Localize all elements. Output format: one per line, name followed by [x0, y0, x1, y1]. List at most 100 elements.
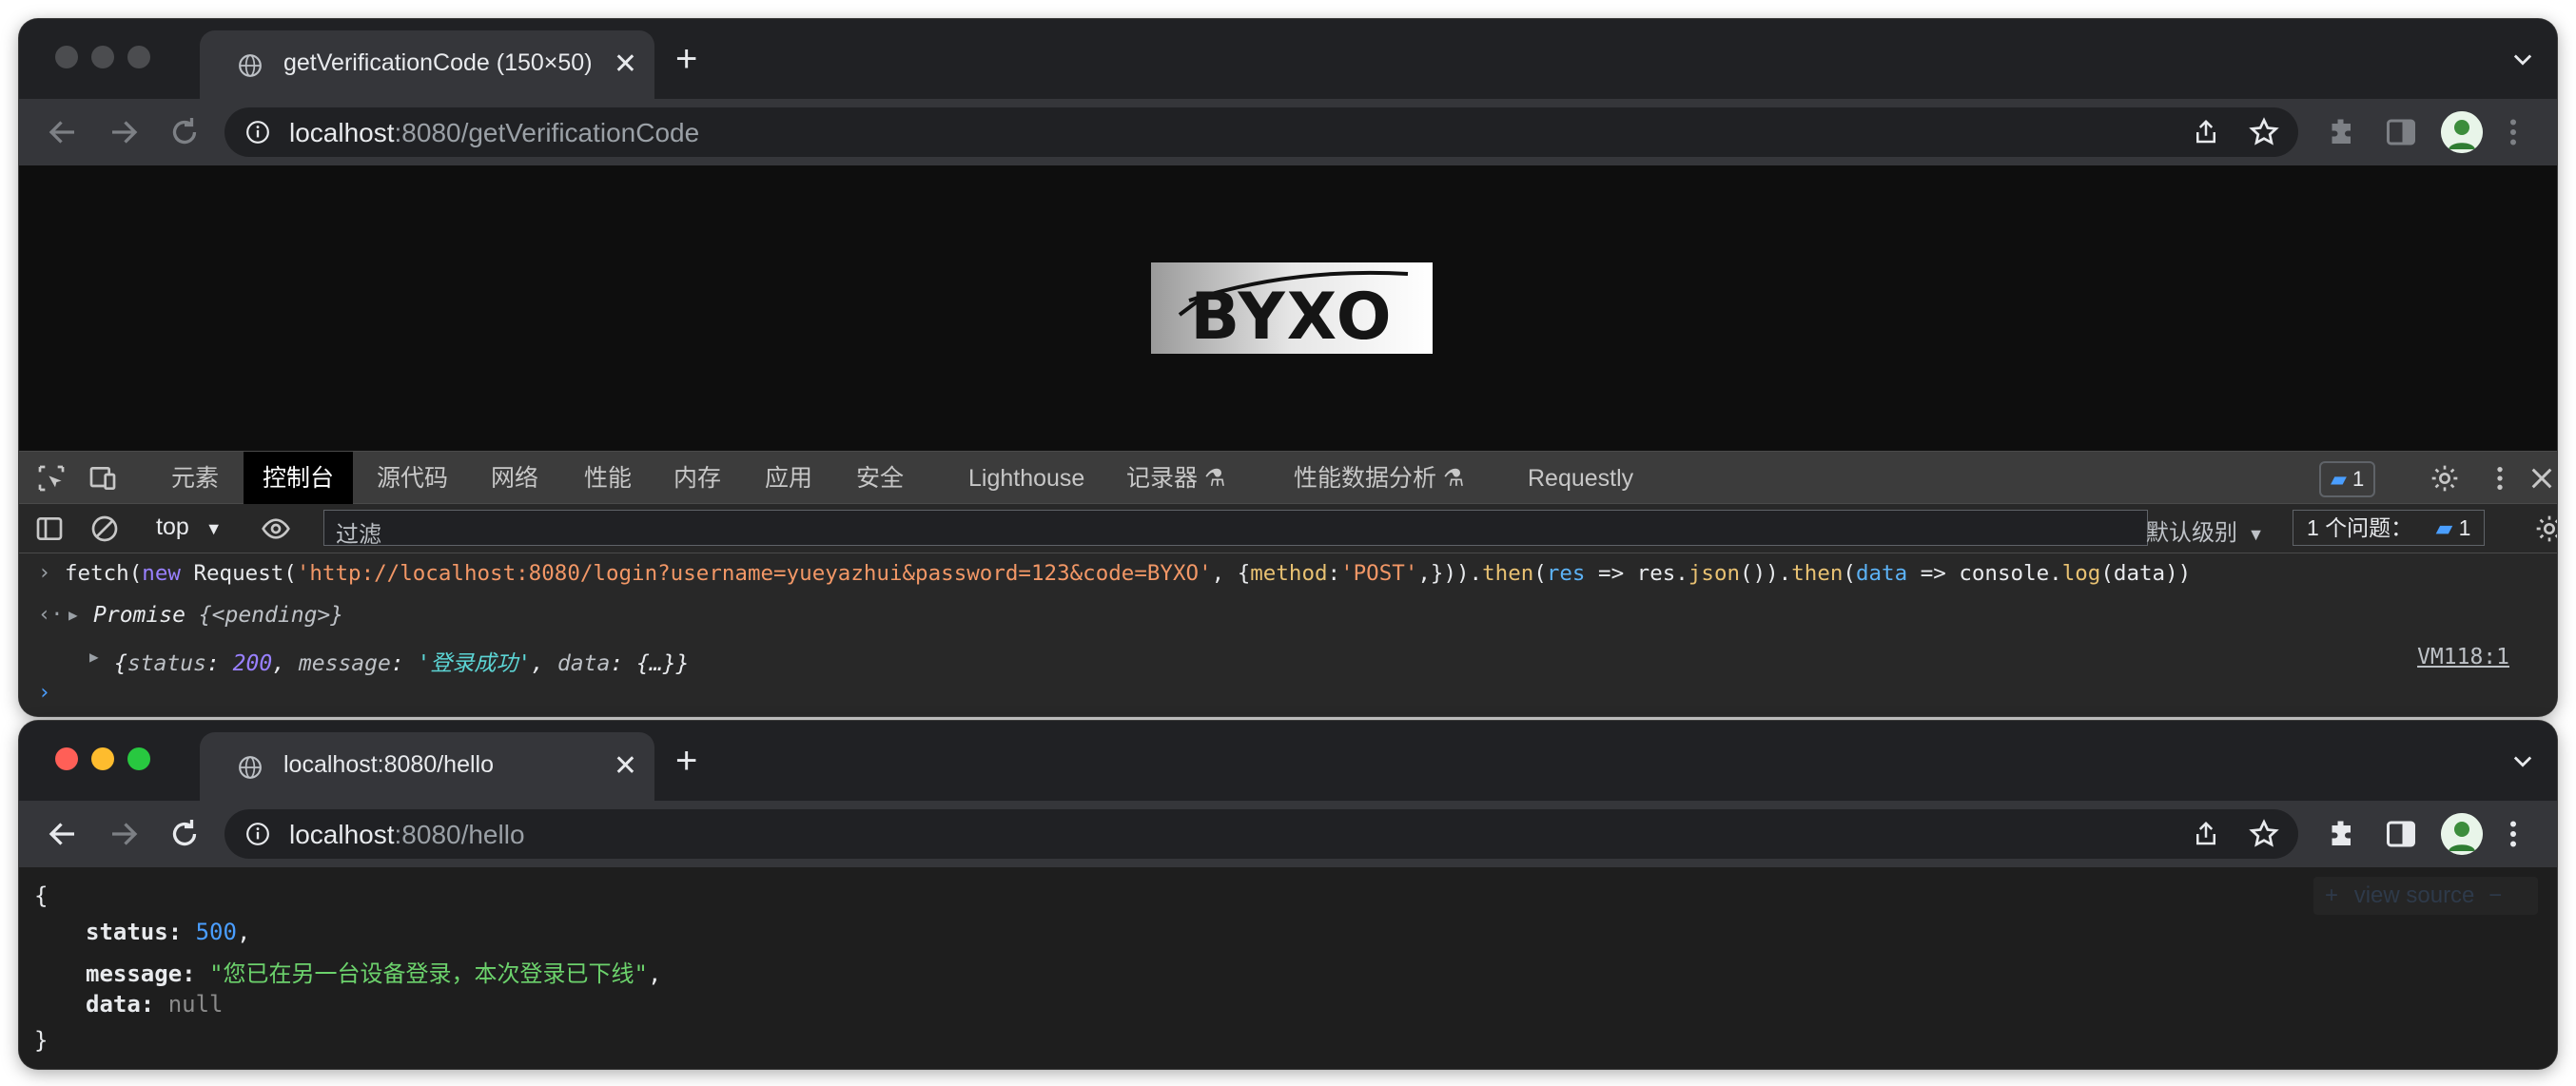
reload-icon[interactable]: [167, 115, 202, 149]
dropdown-caret-icon: ▼: [2247, 525, 2265, 544]
close-tab-icon[interactable]: ✕: [614, 48, 637, 81]
console-filter-bar: top ▼ 过滤 默认级别 ▼ 1 个问题： ▰ 1: [19, 504, 2557, 553]
extensions-icon[interactable]: [2325, 817, 2359, 851]
clear-console-icon[interactable]: [89, 514, 120, 544]
devtools-tab-performance[interactable]: 性能: [584, 452, 632, 505]
more-options-icon[interactable]: [2485, 463, 2515, 494]
zoom-window-button[interactable]: [127, 747, 150, 770]
plus-icon: +: [2325, 882, 2339, 908]
reload-icon[interactable]: [167, 817, 202, 851]
minimize-window-button[interactable]: [91, 747, 114, 770]
devtools-tab-network[interactable]: 网络: [491, 452, 538, 505]
devtools-tab-sources[interactable]: 源代码: [377, 452, 448, 505]
chevron-down-icon[interactable]: [2509, 747, 2536, 774]
more-menu-icon[interactable]: [2496, 115, 2530, 149]
settings-gear-icon[interactable]: [2430, 463, 2460, 494]
devtools-tab-memory[interactable]: 内存: [673, 452, 721, 505]
message-icon: ▰: [2435, 515, 2453, 540]
share-icon[interactable]: [2192, 118, 2220, 146]
new-tab-button[interactable]: +: [675, 40, 697, 78]
chevron-down-icon[interactable]: [2509, 46, 2536, 72]
json-data-line: data: null: [86, 991, 224, 1018]
json-close-brace: }: [34, 1027, 49, 1054]
back-arrow-icon[interactable]: [46, 817, 80, 851]
return-arrow-icon: ‹·: [38, 603, 64, 627]
back-arrow-icon[interactable]: [46, 115, 80, 149]
address-bar[interactable]: localhost:8080/hello: [224, 809, 2298, 859]
devtools-tab-console[interactable]: 控制台: [244, 452, 354, 505]
log-levels-dropdown[interactable]: 默认级别 ▼: [2146, 514, 2265, 547]
zoom-window-button[interactable]: [127, 46, 150, 68]
profile-icon: [2441, 813, 2483, 855]
expand-triangle-icon: ▶: [68, 606, 78, 624]
more-menu-icon[interactable]: [2496, 817, 2530, 851]
log-result-object[interactable]: ▶ {status: 200, message: '登录成功', data: {……: [89, 645, 689, 677]
info-icon[interactable]: [245, 822, 270, 846]
devtools-tab-recorder[interactable]: 记录器 ⚗: [1126, 452, 1225, 505]
side-panel-icon[interactable]: [2384, 817, 2418, 851]
close-window-button[interactable]: [55, 747, 78, 770]
console-output: › fetch(new Request('http://localhost:80…: [19, 553, 2557, 716]
json-message-line: message: "您已在另一台设备登录，本次登录已下线",: [86, 960, 662, 987]
share-icon[interactable]: [2192, 820, 2220, 848]
page-viewport: BYXO: [19, 165, 2557, 451]
promise-result[interactable]: ▶ Promise {<pending>}: [68, 603, 343, 628]
flask-icon: ⚗: [1203, 465, 1226, 492]
globe-icon: [239, 756, 262, 779]
json-open-brace: {: [34, 882, 49, 909]
flask-icon: ⚗: [1442, 465, 1465, 492]
message-icon: ▰: [2331, 467, 2347, 491]
json-status-line: status: 500,: [86, 919, 251, 945]
extensions-icon[interactable]: [2325, 115, 2359, 149]
devtools-tab-performance-insights[interactable]: 性能数据分析 ⚗: [1294, 452, 1464, 505]
browser-window-hello: localhost:8080/hello ✕ + localhost:8080/…: [19, 721, 2557, 1069]
console-settings-icon[interactable]: [2534, 514, 2557, 544]
input-prompt-icon: ›: [38, 561, 51, 585]
tab-get-verification-code[interactable]: getVerificationCode (150×50) ✕: [200, 30, 654, 99]
context-selector[interactable]: top ▼: [156, 514, 223, 541]
bookmark-star-icon[interactable]: [2249, 819, 2279, 849]
info-icon[interactable]: [245, 120, 270, 145]
profile-avatar[interactable]: [2441, 813, 2483, 855]
eye-icon[interactable]: [261, 514, 291, 544]
browser-toolbar: localhost:8080/getVerificationCode: [19, 99, 2557, 165]
devtools-tab-requestly[interactable]: Requestly: [1528, 452, 1633, 505]
source-link[interactable]: VM118:1: [2417, 645, 2509, 669]
close-window-button[interactable]: [55, 46, 78, 68]
inspect-element-icon[interactable]: [36, 463, 67, 494]
issues-button[interactable]: 1 个问题： ▰ 1: [2293, 510, 2486, 546]
dropdown-caret-icon: ▼: [205, 519, 223, 538]
messages-badge[interactable]: ▰ 1: [2319, 461, 2376, 497]
globe-icon: [239, 54, 262, 77]
forward-arrow-icon[interactable]: [107, 817, 141, 851]
captcha-text: BYXO: [1190, 280, 1393, 354]
devtools-tab-lighthouse[interactable]: Lighthouse: [968, 452, 1084, 505]
view-source-toggle[interactable]: + view source −: [2313, 877, 2538, 915]
browser-window-verification: getVerificationCode (150×50) ✕ + localho…: [19, 19, 2557, 716]
tab-hello[interactable]: localhost:8080/hello ✕: [200, 732, 654, 801]
console-input-prompt-icon[interactable]: ›: [38, 681, 50, 705]
devtools-tab-application[interactable]: 应用: [765, 452, 812, 505]
devtools-panel: 元素 控制台 源代码 网络 性能 内存 应用 安全 Lighthouse 记录器…: [19, 451, 2557, 716]
devtools-tab-elements[interactable]: 元素: [171, 452, 219, 505]
address-bar[interactable]: localhost:8080/getVerificationCode: [224, 107, 2298, 157]
device-toolbar-icon[interactable]: [88, 463, 118, 494]
captcha-image: BYXO: [1151, 262, 1433, 354]
minus-icon: −: [2488, 882, 2503, 908]
expand-triangle-icon: ▶: [89, 648, 99, 666]
bookmark-star-icon[interactable]: [2249, 117, 2279, 147]
devtools-tab-bar: 元素 控制台 源代码 网络 性能 内存 应用 安全 Lighthouse 记录器…: [19, 451, 2557, 505]
profile-avatar[interactable]: [2441, 111, 2483, 153]
new-tab-button[interactable]: +: [675, 742, 697, 780]
console-command[interactable]: fetch(new Request('http://localhost:8080…: [65, 561, 2191, 586]
minimize-window-button[interactable]: [91, 46, 114, 68]
side-panel-icon[interactable]: [2384, 115, 2418, 149]
close-devtools-icon[interactable]: [2527, 463, 2557, 494]
close-tab-icon[interactable]: ✕: [614, 749, 637, 783]
tab-strip: getVerificationCode (150×50) ✕ +: [19, 19, 2557, 99]
forward-arrow-icon[interactable]: [107, 115, 141, 149]
console-filter-input[interactable]: 过滤: [323, 510, 2148, 548]
devtools-tab-security[interactable]: 安全: [856, 452, 904, 505]
json-viewer: + view source − { status: 500, message: …: [19, 867, 2557, 1069]
sidebar-toggle-icon[interactable]: [34, 514, 65, 544]
